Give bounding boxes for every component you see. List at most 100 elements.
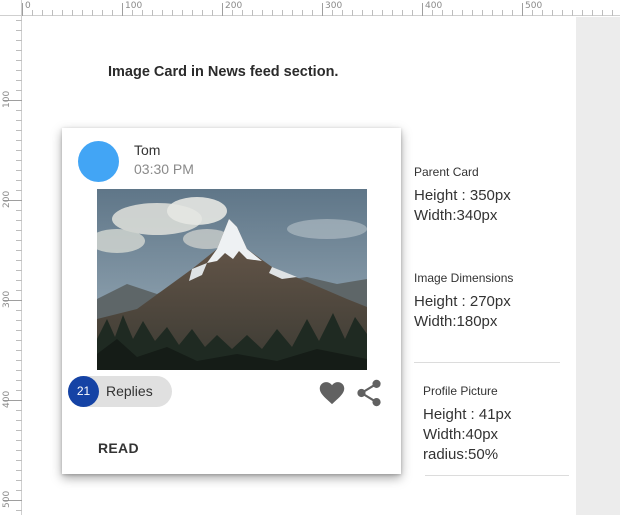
ruler-label: 100 (125, 1, 143, 11)
ruler-tick (422, 3, 423, 16)
ruler-tick (16, 160, 22, 161)
ruler-tick (82, 10, 83, 16)
ruler-tick (212, 10, 213, 16)
ruler-tick (16, 40, 22, 41)
ruler-tick (472, 10, 473, 16)
image-card: Tom 03:30 PM 21 Replies READ (62, 128, 401, 474)
page-title: Image Card in News feed section. (108, 64, 339, 80)
ruler-tick (322, 3, 323, 16)
ruler-tick (16, 150, 22, 151)
ruler-tick (202, 10, 203, 16)
profile-picture-radius: radius:50% (423, 446, 499, 463)
ruler-tick (16, 120, 22, 121)
parent-card-height: Height : 350px (414, 187, 511, 204)
ruler-label: 100 (2, 90, 12, 108)
ruler-tick (502, 10, 503, 16)
ruler-tick (32, 10, 33, 16)
profile-picture-caption: Profile Picture (423, 384, 498, 398)
parent-card-width: Width:340px (414, 207, 498, 224)
read-button[interactable]: READ (98, 440, 139, 456)
ruler-tick (562, 10, 563, 16)
ruler-tick (312, 10, 313, 16)
ruler-tick (16, 470, 22, 471)
ruler-tick (152, 10, 153, 16)
ruler-label: 400 (425, 1, 443, 11)
ruler-tick (16, 20, 22, 21)
avatar[interactable] (78, 141, 119, 182)
ruler-tick (492, 10, 493, 16)
ruler-label: 400 (2, 390, 12, 408)
ruler-tick (16, 210, 22, 211)
spec-divider-bottom (425, 475, 569, 476)
ruler-label: 0 (25, 1, 31, 11)
ruler-tick (16, 430, 22, 431)
ruler-tick (16, 360, 22, 361)
ruler-tick (122, 3, 123, 16)
ruler-tick (16, 220, 22, 221)
ruler-tick (16, 450, 22, 451)
replies-label: Replies (106, 383, 153, 399)
ruler-tick (16, 240, 22, 241)
ruler-tick (16, 420, 22, 421)
post-image[interactable] (97, 189, 367, 370)
ruler-tick (192, 10, 193, 16)
ruler-tick (272, 10, 273, 16)
ruler-tick (16, 140, 22, 141)
ruler-tick (16, 410, 22, 411)
ruler-tick (482, 10, 483, 16)
ruler-tick (572, 10, 573, 16)
ruler-tick (16, 80, 22, 81)
heart-icon[interactable] (318, 379, 346, 405)
ruler-tick (16, 310, 22, 311)
ruler-tick (16, 230, 22, 231)
ruler-label: 200 (2, 190, 12, 208)
ruler-label: 300 (2, 290, 12, 308)
ruler-tick (252, 10, 253, 16)
ruler-tick (262, 10, 263, 16)
share-icon[interactable] (356, 379, 382, 407)
ruler-tick (552, 10, 553, 16)
ruler-tick (92, 10, 93, 16)
image-dimensions-caption: Image Dimensions (414, 271, 514, 285)
ruler-tick (16, 110, 22, 111)
ruler-tick (42, 10, 43, 16)
profile-picture-width: Width:40px (423, 426, 499, 443)
ruler-tick (172, 10, 173, 16)
ruler-tick (16, 170, 22, 171)
ruler-tick (222, 3, 223, 16)
ruler-tick (16, 30, 22, 31)
ruler-tick (452, 10, 453, 16)
ruler-label: 500 (525, 1, 543, 11)
ruler-tick (16, 340, 22, 341)
ruler-label: 500 (2, 490, 12, 508)
ruler-tick (16, 460, 22, 461)
ruler-tick (16, 380, 22, 381)
canvas-gutter (576, 17, 620, 515)
ruler-tick (16, 130, 22, 131)
top-ruler: 0 100 200 300 400 500 (0, 0, 620, 16)
ruler-tick (162, 10, 163, 16)
post-time: 03:30 PM (134, 161, 194, 177)
ruler-label: 200 (225, 1, 243, 11)
ruler-tick (402, 10, 403, 16)
ruler-tick (592, 10, 593, 16)
ruler-tick (382, 10, 383, 16)
ruler-tick (512, 10, 513, 16)
ruler-tick (16, 390, 22, 391)
ruler-tick (52, 10, 53, 16)
ruler-tick (612, 10, 613, 16)
ruler-tick (16, 70, 22, 71)
ruler-tick (462, 10, 463, 16)
ruler-tick (16, 490, 22, 491)
ruler-tick (16, 440, 22, 441)
ruler-tick (16, 60, 22, 61)
ruler-tick (392, 10, 393, 16)
replies-button[interactable]: 21 Replies (68, 376, 172, 407)
ruler-tick (16, 90, 22, 91)
ruler-tick (72, 10, 73, 16)
ruler-tick (62, 10, 63, 16)
ruler-tick (16, 280, 22, 281)
ruler-tick (16, 330, 22, 331)
user-name[interactable]: Tom (134, 142, 160, 158)
parent-card-caption: Parent Card (414, 165, 479, 179)
